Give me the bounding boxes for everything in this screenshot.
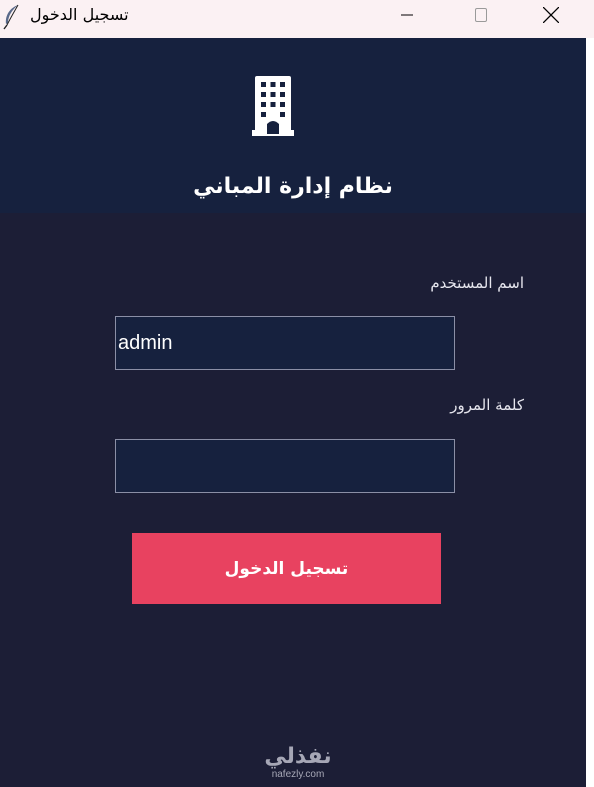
maximize-icon [475,8,487,22]
watermark-url: nafezly.com [271,769,325,780]
password-input[interactable] [115,439,455,493]
title-bar: تسجيل الدخول [0,0,594,38]
minimize-button[interactable] [384,0,430,30]
window-title: تسجيل الدخول [30,5,129,24]
password-label: كلمة المرور [450,396,524,414]
close-icon [543,7,559,23]
window-edge [586,38,594,787]
maximize-button[interactable] [458,0,504,30]
app-title: نظام إدارة المباني [193,174,393,199]
feather-icon [3,4,19,30]
username-label: اسم المستخدم [430,274,524,292]
username-input[interactable] [115,316,455,370]
building-icon [252,76,294,136]
watermark: نفذلي nafezly.com [258,746,338,782]
login-button[interactable]: تسجيل الدخول [132,533,441,604]
close-button[interactable] [528,0,574,30]
minimize-icon [401,14,413,16]
watermark-logo: نفذلي [264,744,332,769]
